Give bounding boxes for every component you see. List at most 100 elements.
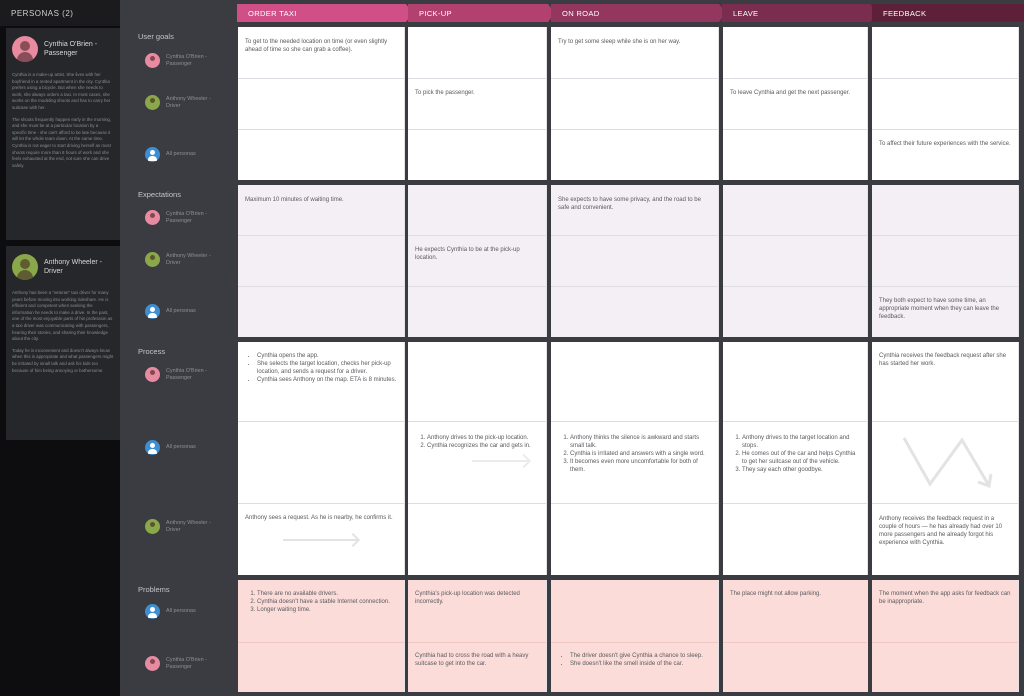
stage-on-road[interactable]: ON ROAD — [551, 4, 726, 22]
stage-pick-up[interactable]: PICK-UP — [408, 4, 555, 22]
cell-text: Cynthia's pick-up location was detected … — [415, 591, 520, 605]
lane-label: Anthony Wheeler - Driver — [145, 95, 226, 110]
stage-feedback[interactable]: FEEDBACK — [872, 4, 1024, 22]
lane-label-text: Anthony Wheeler - Driver — [166, 519, 211, 533]
list-item: Cynthia is irritated and answers with a … — [570, 450, 712, 458]
cell-text: Anthony drives to the target location an… — [730, 434, 861, 474]
lane-label-text: Cynthia O'Brien - Passenger — [166, 53, 207, 67]
cell-text: Anthony sees a request. As he is nearby,… — [245, 515, 393, 521]
cell-text: Cynthia opens the app. She selects the t… — [245, 352, 398, 384]
journey-map: PERSONAS (2) Cynthia O'Brien - Passenger… — [0, 0, 1024, 696]
lane-label: Cynthia O'Brien - Passenger — [145, 367, 226, 382]
list-item: Anthony drives to the target location an… — [742, 434, 861, 450]
cell-problems-on-road[interactable]: The driver doesn't give Cynthia a chance… — [551, 580, 719, 692]
persona-paragraph: The shoots frequently happen early in th… — [12, 116, 112, 168]
cell-text: Anthony receives the feedback request in… — [879, 516, 1003, 546]
cell-text: She expects to have some privacy, and th… — [558, 197, 701, 211]
cell-process-order-taxi[interactable]: Cynthia opens the app. She selects the t… — [238, 342, 405, 575]
lane-label: Cynthia O'Brien - Passenger — [145, 53, 226, 68]
avatar — [12, 254, 38, 280]
flow-arrow-icon — [283, 539, 357, 541]
cell-expect-pick-up[interactable]: He expects Cynthia to be at the pick-up … — [408, 185, 547, 337]
cell-text: Try to get some sleep while she is on he… — [558, 39, 681, 45]
lane-label-text: All personas — [166, 444, 196, 450]
cell-problems-order-taxi[interactable]: There are no available drivers. Cynthia … — [238, 580, 405, 692]
cell-process-leave[interactable]: Anthony drives to the target location an… — [723, 342, 868, 575]
section-label-expectations: Expectations — [138, 190, 181, 199]
lane-label-text: Cynthia O'Brien - Passenger — [166, 210, 207, 224]
personas-header: PERSONAS (2) — [0, 0, 120, 26]
cell-text: To leave Cynthia and get the next passen… — [730, 90, 851, 96]
list-item: Cynthia sees Anthony on the map. ETA is … — [257, 376, 398, 384]
cell-expect-leave[interactable] — [723, 185, 868, 337]
persona-avatar-icon — [145, 656, 160, 671]
list-item: Longer waiting time. — [257, 606, 398, 614]
cell-text: The driver doesn't give Cynthia a chance… — [558, 652, 712, 668]
cell-text: Cynthia had to cross the road with a hea… — [415, 653, 529, 667]
all-personas-icon — [145, 304, 160, 319]
stage-label: FEEDBACK — [883, 9, 927, 18]
persona-avatar-icon — [145, 519, 160, 534]
cell-problems-feedback[interactable]: The moment when the app asks for feedbac… — [872, 580, 1019, 692]
cell-problems-pick-up[interactable]: Cynthia's pick-up location was detected … — [408, 580, 547, 692]
cell-text: The moment when the app asks for feedbac… — [879, 591, 1011, 605]
cell-problems-leave[interactable]: The place might not allow parking. — [723, 580, 868, 692]
cell-text: To get to the needed location on time (o… — [245, 39, 388, 53]
list-item: Cynthia doesn't have a stable Internet c… — [257, 598, 398, 606]
list-item: He comes out of the car and helps Cynthi… — [742, 450, 861, 466]
persona-avatar-icon — [145, 367, 160, 382]
stage-order-taxi[interactable]: ORDER TAXI — [237, 4, 413, 22]
persona-avatar-icon — [145, 53, 160, 68]
list-item: Cynthia recognizes the car and gets in. — [427, 442, 540, 450]
cell-goals-feedback[interactable]: To affect their future experiences with … — [872, 27, 1019, 180]
list-item: She selects the target location, checks … — [257, 360, 398, 376]
persona-avatar-icon — [145, 252, 160, 267]
stage-leave[interactable]: LEAVE — [722, 4, 877, 22]
row-labels: User goals Cynthia O'Brien - Passenger A… — [120, 0, 237, 696]
cell-goals-leave[interactable]: To leave Cynthia and get the next passen… — [723, 27, 868, 180]
persona-card-cynthia[interactable]: Cynthia O'Brien - Passenger Cynthia is a… — [6, 28, 120, 240]
zigzag-arrow-icon — [902, 437, 993, 489]
cell-expect-order-taxi[interactable]: Maximum 10 minutes of waiting time. — [238, 185, 405, 337]
cell-process-on-road[interactable]: Anthony thinks the silence is awkward an… — [551, 342, 719, 575]
cell-process-pick-up[interactable]: Anthony drives to the pick-up location. … — [408, 342, 547, 575]
lane-label: Cynthia O'Brien - Passenger — [145, 656, 226, 671]
lane-label: Cynthia O'Brien - Passenger — [145, 210, 226, 225]
flow-arrow-icon — [472, 460, 528, 462]
persona-paragraph: Today he is inconvenient and doesn't alw… — [12, 347, 114, 373]
persona-name: Anthony Wheeler - Driver — [44, 259, 102, 275]
list-item: Cynthia opens the app. — [257, 352, 398, 360]
all-personas-icon — [145, 440, 160, 455]
lane-label: All personas — [145, 304, 196, 319]
persona-avatar-icon — [145, 95, 160, 110]
section-label-problems: Problems — [138, 585, 170, 594]
stage-label: LEAVE — [733, 9, 759, 18]
persona-description: Cynthia is a make-up artist. She lives w… — [12, 72, 114, 169]
lane-label: Anthony Wheeler - Driver — [145, 519, 226, 534]
persona-paragraph: Anthony has been a "veteran" taxi driver… — [12, 290, 113, 342]
cell-expect-on-road[interactable]: She expects to have some privacy, and th… — [551, 185, 719, 337]
cell-process-feedback[interactable]: Cynthia receives the feedback request af… — [872, 342, 1019, 575]
cell-text: They both expect to have some time, an a… — [879, 298, 1000, 320]
cell-text: Anthony drives to the pick-up location. … — [415, 434, 540, 450]
cell-goals-order-taxi[interactable]: To get to the needed location on time (o… — [238, 27, 405, 180]
persona-card-anthony[interactable]: Anthony Wheeler - Driver Anthony has bee… — [6, 246, 120, 440]
persona-description: Anthony has been a "veteran" taxi driver… — [12, 290, 114, 374]
lane-label-text: Cynthia O'Brien - Passenger — [166, 367, 207, 381]
list-item: It becomes even more uncomfortable for b… — [570, 458, 712, 474]
cell-text: Maximum 10 minutes of waiting time. — [245, 197, 344, 203]
cell-goals-pick-up[interactable]: To pick the passenger. — [408, 27, 547, 180]
cell-text: To pick the passenger. — [415, 90, 475, 96]
cell-expect-feedback[interactable]: They both expect to have some time, an a… — [872, 185, 1019, 337]
stage-label: ORDER TAXI — [248, 9, 297, 18]
lane-label-text: All personas — [166, 608, 196, 614]
lane-label-text: All personas — [166, 308, 196, 314]
lane-label: Anthony Wheeler - Driver — [145, 252, 226, 267]
list-item: Anthony drives to the pick-up location. — [427, 434, 540, 442]
lane-label-text: Anthony Wheeler - Driver — [166, 95, 211, 109]
persona-avatar-icon — [145, 210, 160, 225]
section-label-process: Process — [138, 347, 166, 356]
cell-text: The place might not allow parking. — [730, 591, 822, 597]
cell-goals-on-road[interactable]: Try to get some sleep while she is on he… — [551, 27, 719, 180]
list-item: The driver doesn't give Cynthia a chance… — [570, 652, 712, 660]
